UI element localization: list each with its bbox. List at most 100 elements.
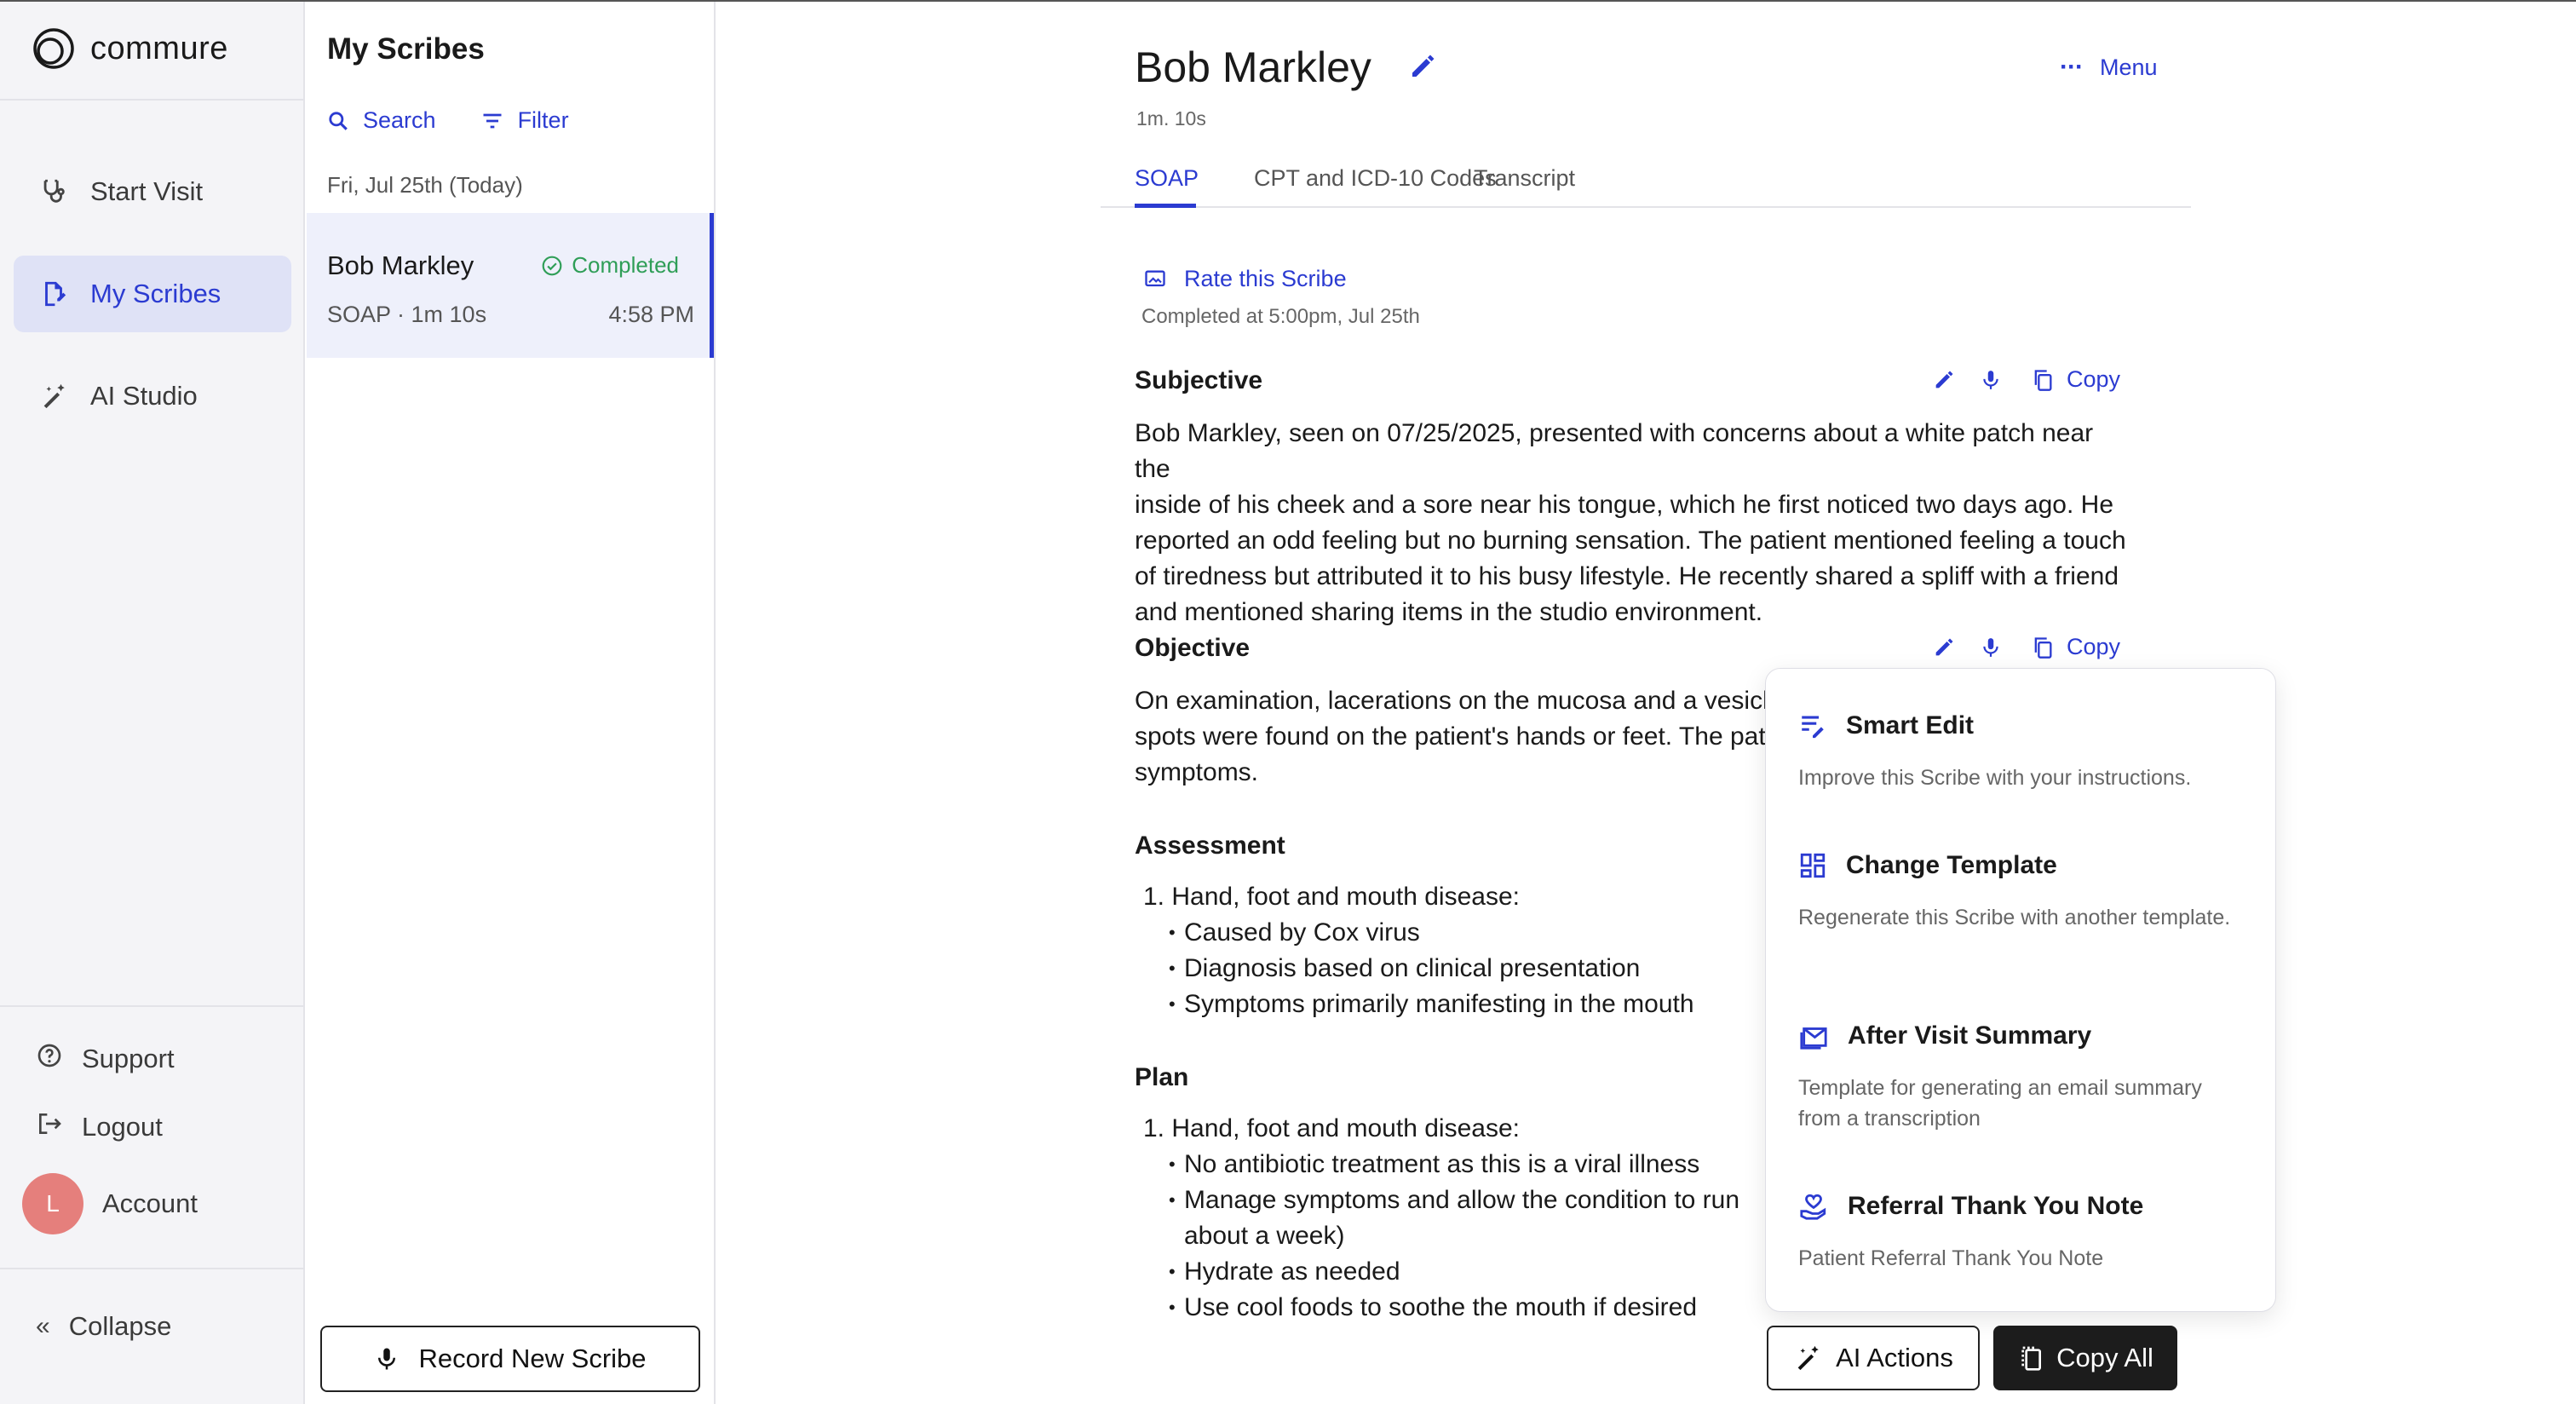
pencil-icon[interactable]	[1932, 636, 1956, 659]
list-title: My Scribes	[327, 32, 485, 66]
list-item: 1. Hand, foot and mouth disease:	[1143, 883, 1520, 911]
pencil-icon[interactable]	[1932, 368, 1956, 392]
nav-support-label: Support	[82, 1044, 175, 1073]
email-icon	[1800, 1027, 1827, 1050]
nav-start-visit[interactable]: Start Visit	[14, 153, 291, 230]
logout-icon	[36, 1110, 63, 1144]
ai-action-title: Smart Edit	[1846, 711, 1975, 739]
search-label: Search	[363, 107, 436, 133]
filter-button[interactable]: Filter	[480, 107, 569, 134]
tab-soap[interactable]: SOAP	[1135, 165, 1199, 192]
nav-divider	[0, 1005, 303, 1007]
left-sidebar: commure Start Visit My Scribes AI Studio…	[0, 2, 305, 1404]
text-line: Bob Markley, seen on 07/25/2025, present…	[1135, 419, 2094, 483]
microphone-icon[interactable]	[1980, 636, 2002, 659]
ai-action-title: After Visit Summary	[1848, 1021, 2092, 1050]
nav-support[interactable]: Support	[14, 1029, 291, 1089]
heart-hand-icon	[1800, 1194, 1826, 1220]
list-item: Symptoms primarily manifesting in the mo…	[1143, 987, 1694, 1022]
section-subjective-tools: Copy	[1932, 366, 2120, 393]
magic-wand-icon	[37, 380, 70, 412]
date-group-header: Fri, Jul 25th (Today)	[327, 172, 523, 198]
nav-my-scribes[interactable]: My Scribes	[14, 256, 291, 332]
copy-icon	[2021, 1346, 2042, 1371]
section-plan-title: Plan	[1135, 1063, 1189, 1091]
list-item: Use cool foods to soothe the mouth if de…	[1143, 1290, 1739, 1326]
nav-ai-studio-label: AI Studio	[90, 381, 198, 411]
ai-action-change-template[interactable]: Change Template Regenerate this Scribe w…	[1798, 851, 2241, 933]
section-objective-tools: Copy	[1932, 634, 2120, 660]
template-grid-icon	[1800, 853, 1826, 878]
ai-actions-button[interactable]: AI Actions	[1767, 1326, 1980, 1390]
ai-action-desc: Template for generating an email summary…	[1798, 1076, 2202, 1131]
scribe-meta: SOAP · 1m 10s	[327, 302, 487, 327]
list-item: about a week)	[1184, 1222, 1345, 1250]
menu-button[interactable]: ··· Menu	[2060, 53, 2158, 82]
tab-cpt-icd10[interactable]: CPT and ICD-10 Codes	[1254, 165, 1497, 192]
double-chevron-left-icon: «	[36, 1312, 50, 1340]
ai-actions-menu: Smart Edit Improve this Scribe with your…	[1765, 668, 2276, 1312]
list-item: Caused by Cox virus	[1143, 915, 1694, 951]
brand[interactable]: commure	[31, 22, 228, 75]
nav-account[interactable]: L Account	[14, 1173, 291, 1234]
more-horizontal-icon: ···	[2060, 53, 2084, 81]
copy-label: Copy	[2067, 366, 2121, 392]
copy-label: Copy	[2067, 634, 2121, 659]
text-line: and mentioned sharing items in the studi…	[1135, 598, 1763, 626]
copy-button[interactable]: Copy	[2031, 634, 2120, 660]
pencil-icon[interactable]	[1407, 51, 1438, 82]
tab-transcript[interactable]: Transcript	[1474, 165, 1575, 192]
record-button-label: Record New Scribe	[418, 1344, 647, 1373]
nav-logout[interactable]: Logout	[14, 1097, 291, 1157]
text-line: reported an odd feeling but no burning s…	[1135, 526, 2126, 555]
status-label: Completed	[572, 252, 679, 278]
text-line: inside of his cheek and a sore near his …	[1135, 491, 2114, 519]
nav-divider	[0, 1268, 303, 1269]
nav-ai-studio[interactable]: AI Studio	[14, 358, 291, 434]
rate-image-icon	[1145, 270, 1165, 286]
ai-action-referral-thank-you[interactable]: Referral Thank You Note Patient Referral…	[1798, 1192, 2241, 1274]
microphone-icon[interactable]	[1980, 368, 2002, 392]
tab-bar: SOAP CPT and ICD-10 Codes Transcript	[1101, 155, 2191, 208]
scribe-list-panel: My Scribes Search Filter Fri, Jul 25th (…	[307, 2, 716, 1404]
page-title: Bob Markley	[1135, 43, 1371, 91]
scribe-duration: 1m. 10s	[1136, 107, 1206, 129]
scribe-time: 4:58 PM	[608, 302, 694, 327]
copy-icon	[2034, 369, 2052, 391]
completed-at-text: Completed at 5:00pm, Jul 25th	[1141, 305, 1420, 328]
copy-all-button[interactable]: Copy All	[1993, 1326, 2177, 1390]
nav-account-label: Account	[102, 1188, 198, 1218]
menu-label: Menu	[2099, 54, 2158, 80]
list-item: No antibiotic treatment as this is a vir…	[1143, 1147, 1739, 1182]
ai-action-desc: Regenerate this Scribe with another temp…	[1798, 906, 2231, 929]
microphone-icon	[378, 1348, 396, 1370]
list-item: Manage symptoms and allow the condition …	[1143, 1182, 1739, 1218]
filter-icon	[483, 113, 502, 128]
section-assessment-list: 1. Hand, foot and mouth disease: Caused …	[1143, 879, 1694, 1022]
search-button[interactable]: Search	[327, 107, 436, 134]
scribe-document-icon	[37, 278, 70, 310]
brand-name: commure	[90, 30, 228, 66]
section-assessment-title: Assessment	[1135, 831, 1285, 860]
scribe-list-item[interactable]: Bob Markley Completed SOAP · 1m 10s 4:58…	[307, 213, 714, 358]
rate-scribe-link[interactable]: Rate this Scribe	[1143, 266, 1347, 292]
ai-action-smart-edit[interactable]: Smart Edit Improve this Scribe with your…	[1798, 711, 2241, 793]
section-subjective-text: Bob Markley, seen on 07/25/2025, present…	[1135, 416, 2131, 630]
copy-button[interactable]: Copy	[2031, 366, 2120, 393]
record-new-scribe-button[interactable]: Record New Scribe	[320, 1326, 700, 1392]
nav-start-visit-label: Start Visit	[90, 176, 204, 206]
active-tab-indicator	[1135, 204, 1196, 208]
smart-edit-icon	[1802, 716, 1824, 739]
ai-action-title: Referral Thank You Note	[1848, 1192, 2144, 1220]
list-item: 1. Hand, foot and mouth disease:	[1143, 1114, 1520, 1142]
ai-action-title: Change Template	[1846, 851, 2057, 879]
ai-action-desc: Improve this Scribe with your instructio…	[1798, 766, 2192, 790]
ai-action-after-visit-summary[interactable]: After Visit Summary Template for generat…	[1798, 1021, 2241, 1134]
status-badge: Completed	[541, 252, 679, 279]
section-plan-list: 1. Hand, foot and mouth disease: No anti…	[1143, 1111, 1739, 1326]
copy-all-label: Copy All	[2056, 1343, 2153, 1372]
commure-logo-icon	[33, 28, 74, 69]
search-icon	[329, 111, 348, 130]
nav-collapse[interactable]: « Collapse	[14, 1297, 291, 1356]
nav-my-scribes-label: My Scribes	[90, 279, 221, 308]
